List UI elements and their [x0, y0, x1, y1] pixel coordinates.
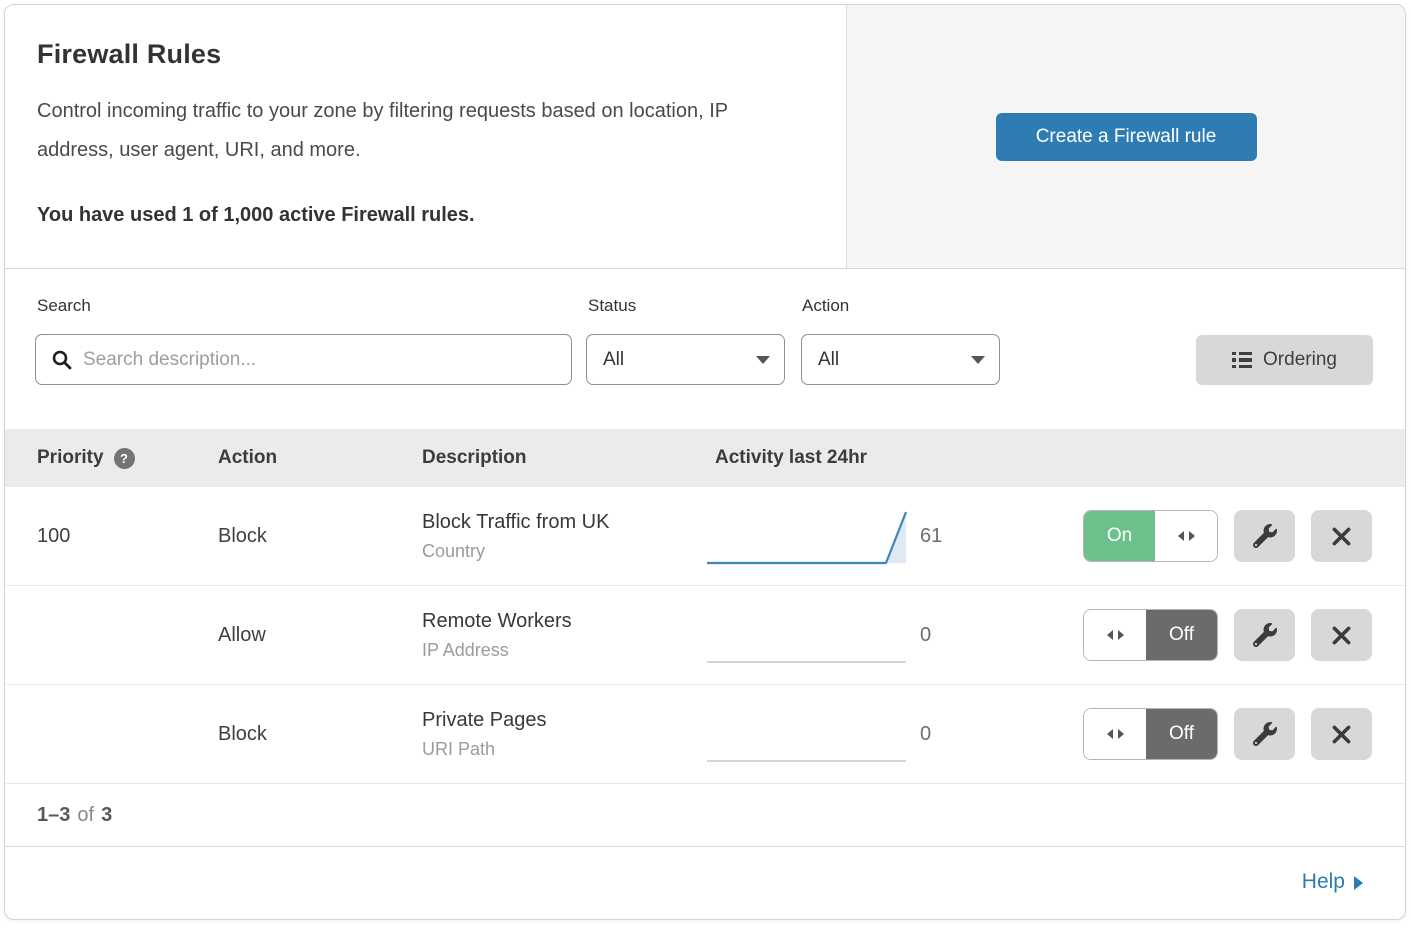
wrench-icon — [1253, 524, 1277, 548]
delete-rule-button[interactable] — [1311, 609, 1372, 661]
ordering-button[interactable]: Ordering — [1196, 335, 1373, 385]
help-link-label: Help — [1302, 870, 1345, 894]
rule-description: Block Traffic from UK Country — [422, 511, 705, 562]
pagination-total: 3 — [101, 804, 112, 827]
page-title: Firewall Rules — [37, 39, 814, 70]
activity-sparkline — [705, 605, 920, 665]
firewall-rules-panel: Firewall Rules Control incoming traffic … — [4, 4, 1406, 920]
create-firewall-rule-button[interactable]: Create a Firewall rule — [996, 113, 1257, 161]
toggle-state-label: Off — [1146, 709, 1217, 759]
page-description: Control incoming traffic to your zone by… — [37, 92, 807, 170]
close-icon — [1331, 724, 1352, 745]
rule-enabled-toggle[interactable]: Off — [1083, 609, 1218, 661]
list-ordering-icon — [1232, 352, 1252, 369]
table-header: Priority ? Action Description Activity l… — [5, 429, 1405, 487]
activity-count: 0 — [920, 723, 1010, 746]
wrench-icon — [1253, 722, 1277, 746]
rule-action: Block — [218, 723, 422, 746]
activity-count: 61 — [920, 525, 1010, 548]
close-icon — [1331, 625, 1352, 646]
rule-controls: On — [1010, 510, 1372, 562]
edit-rule-button[interactable] — [1234, 708, 1295, 760]
edit-rule-button[interactable] — [1234, 510, 1295, 562]
rule-enabled-toggle[interactable]: Off — [1083, 708, 1218, 760]
rule-enabled-toggle[interactable]: On — [1083, 510, 1218, 562]
activity-count: 0 — [920, 624, 1010, 647]
pagination-of: of — [77, 804, 94, 827]
column-description: Description — [422, 447, 705, 469]
activity-sparkline — [705, 704, 920, 764]
help-bar: Help — [5, 847, 1405, 916]
action-label: Action — [802, 296, 849, 316]
pagination-bar: 1–3 of 3 — [5, 784, 1405, 847]
search-input[interactable] — [83, 335, 571, 384]
column-action: Action — [218, 447, 422, 469]
chevron-down-icon — [756, 356, 770, 364]
rule-description: Private Pages URI Path — [422, 709, 705, 760]
toggle-state-label: On — [1084, 511, 1155, 561]
page-header-text: Firewall Rules Control incoming traffic … — [5, 5, 847, 268]
rule-match-type: Country — [422, 541, 705, 562]
toggle-state-label: Off — [1146, 610, 1217, 660]
pagination-range: 1–3 — [37, 804, 70, 827]
rule-action: Block — [218, 525, 422, 548]
column-activity: Activity last 24hr — [705, 447, 920, 469]
rule-description-title: Block Traffic from UK — [422, 511, 705, 534]
status-selected-value: All — [603, 349, 756, 371]
rule-controls: Off — [1010, 609, 1372, 661]
search-label: Search — [37, 296, 91, 316]
table-row: Allow Remote Workers IP Address 0 Off — [5, 586, 1405, 685]
rule-description-title: Private Pages — [422, 709, 705, 732]
rule-priority: 100 — [37, 525, 218, 548]
search-icon — [51, 349, 73, 371]
rule-description-title: Remote Workers — [422, 610, 705, 633]
usage-note: You have used 1 of 1,000 active Firewall… — [37, 204, 814, 227]
wrench-icon — [1253, 623, 1277, 647]
status-label: Status — [588, 296, 636, 316]
toggle-slider-icon — [1155, 511, 1217, 561]
header-action-panel: Create a Firewall rule — [847, 5, 1405, 268]
chevron-down-icon — [971, 356, 985, 364]
toggle-slider-icon — [1084, 610, 1146, 660]
delete-rule-button[interactable] — [1311, 708, 1372, 760]
status-select[interactable]: All — [586, 334, 785, 385]
action-selected-value: All — [818, 349, 971, 371]
rule-controls: Off — [1010, 708, 1372, 760]
table-row: Block Private Pages URI Path 0 Off — [5, 685, 1405, 784]
help-link[interactable]: Help — [1302, 870, 1363, 894]
rule-match-type: IP Address — [422, 640, 705, 661]
arrow-right-icon — [1354, 876, 1363, 890]
edit-rule-button[interactable] — [1234, 609, 1295, 661]
table-row: 100 Block Block Traffic from UK Country … — [5, 487, 1405, 586]
activity-sparkline — [705, 506, 920, 566]
filter-bar: Search Status All Action All Ordering — [5, 269, 1405, 429]
rule-action: Allow — [218, 624, 422, 647]
close-icon — [1331, 526, 1352, 547]
ordering-button-label: Ordering — [1263, 349, 1337, 371]
rule-match-type: URI Path — [422, 739, 705, 760]
column-priority-label: Priority — [37, 447, 104, 469]
search-box[interactable] — [35, 334, 572, 385]
action-select[interactable]: All — [801, 334, 1000, 385]
toggle-slider-icon — [1084, 709, 1146, 759]
column-priority: Priority ? — [37, 447, 218, 469]
rule-description: Remote Workers IP Address — [422, 610, 705, 661]
help-icon[interactable]: ? — [114, 448, 135, 469]
delete-rule-button[interactable] — [1311, 510, 1372, 562]
page-header: Firewall Rules Control incoming traffic … — [5, 5, 1405, 269]
